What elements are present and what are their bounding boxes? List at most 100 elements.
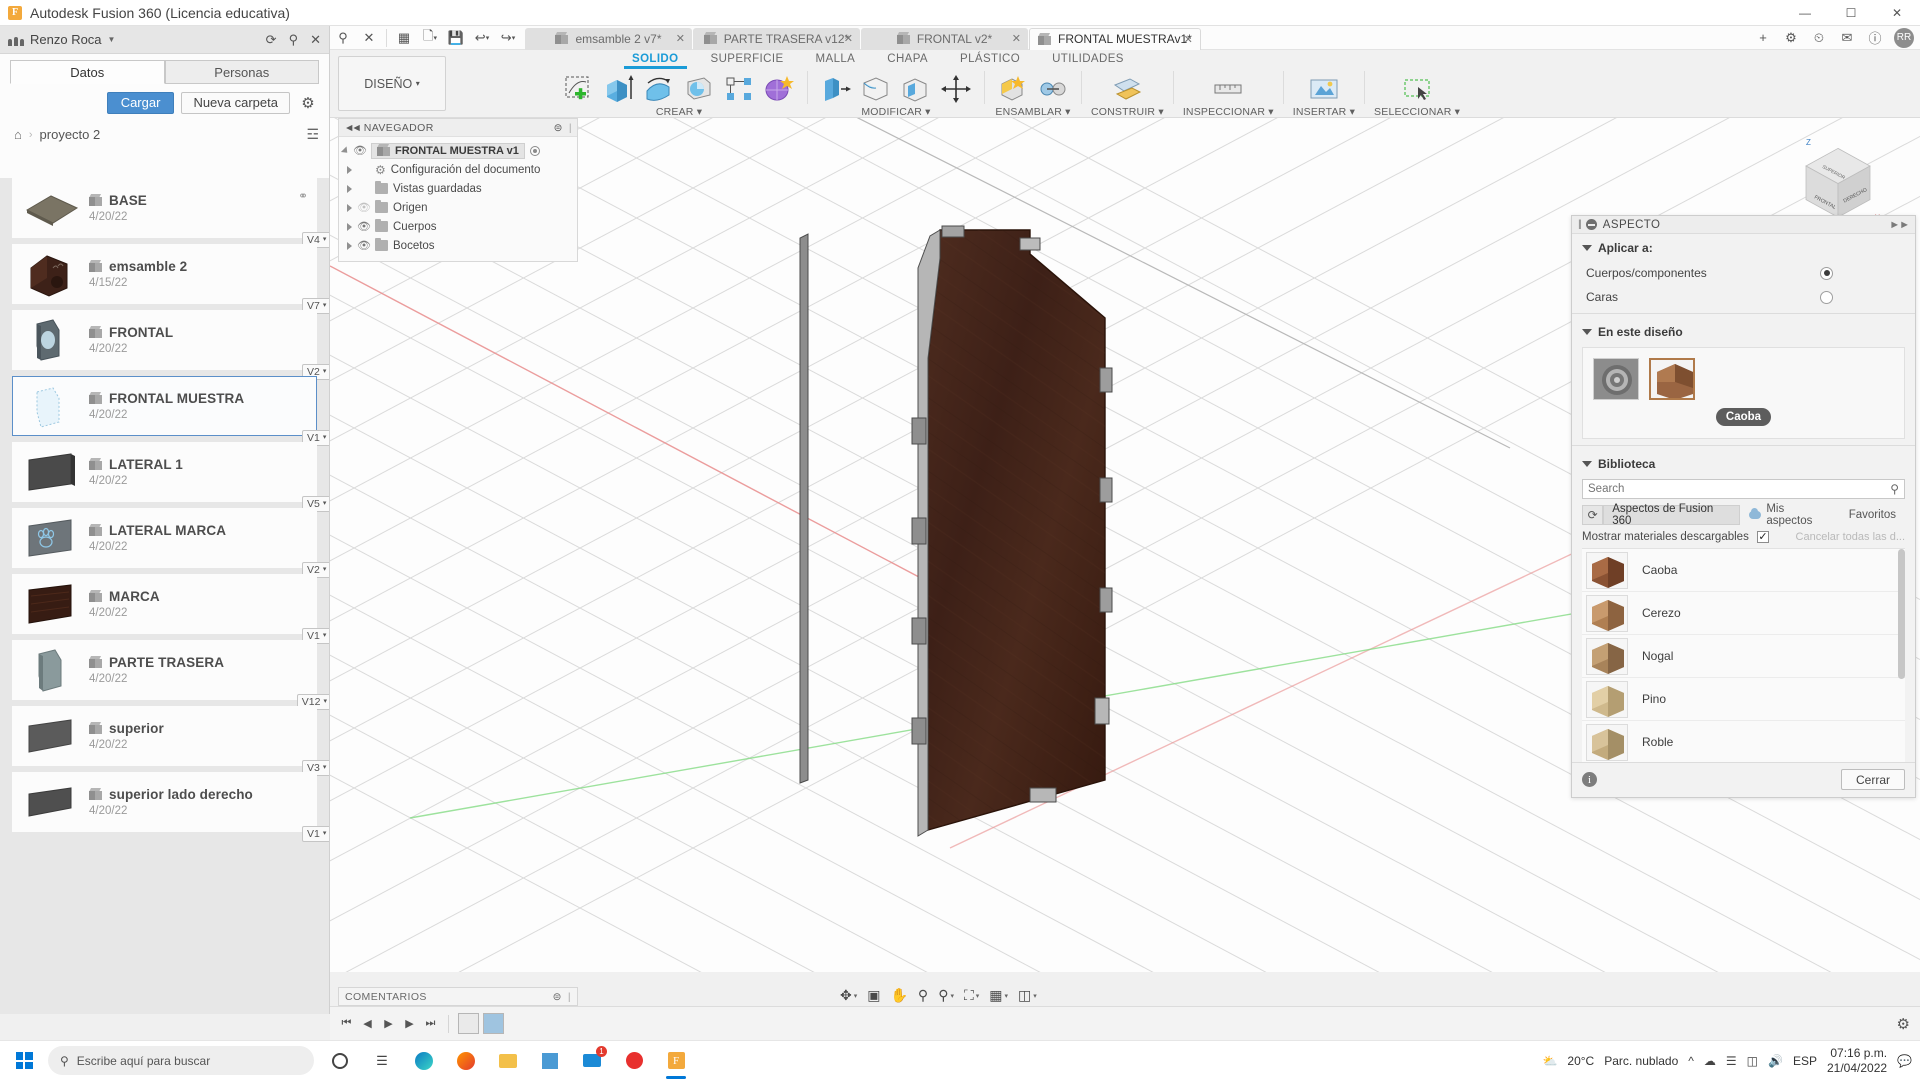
upload-button[interactable]: Cargar <box>107 92 175 114</box>
create-sketch-icon[interactable] <box>560 71 598 105</box>
material-list-item[interactable]: Caoba <box>1582 549 1905 592</box>
navigator-row[interactable]: 👁 Origen <box>339 198 577 217</box>
ribbon-tab-superficie[interactable]: SUPERFICIE <box>695 51 800 69</box>
add-comment-icon[interactable]: ⊜ <box>553 991 562 1003</box>
list-item[interactable]: FRONTAL MUESTRA 4/20/22 V1▾ <box>12 376 317 436</box>
form-icon[interactable] <box>760 71 798 105</box>
list-item[interactable]: emsamble 2 4/15/22 V7▾ <box>12 244 317 304</box>
material-list-item[interactable]: Cerezo <box>1582 592 1905 635</box>
document-tab[interactable]: FRONTAL MUESTRAv1* ✕ <box>1029 28 1201 50</box>
material-list[interactable]: Caoba Cerezo Nogal Pino Roble <box>1582 548 1905 762</box>
taskbar-search[interactable]: ⚲ Escribe aquí para buscar <box>48 1046 314 1075</box>
eye-icon[interactable]: 👁 <box>357 220 370 233</box>
zoom-fit-icon[interactable]: ⚲▾ <box>938 987 954 1004</box>
undo-icon[interactable]: ↩▾ <box>469 26 495 50</box>
network-icon[interactable]: ☰ <box>1726 1054 1737 1068</box>
mail-icon[interactable]: 1 <box>572 1041 612 1080</box>
revolve-icon[interactable] <box>640 71 678 105</box>
show-downloadable-checkbox[interactable] <box>1757 531 1769 543</box>
sweep-icon[interactable] <box>680 71 718 105</box>
drag-grip-icon[interactable]: ||| <box>1578 219 1580 230</box>
fusion-icon[interactable]: F <box>656 1041 696 1080</box>
panel-options-icon[interactable]: ⊜ <box>554 122 563 134</box>
fillet-icon[interactable] <box>857 71 895 105</box>
ribbon-tab-chapa[interactable]: CHAPA <box>871 51 944 69</box>
swatch-caoba[interactable] <box>1649 358 1695 400</box>
close-tab-icon[interactable]: ✕ <box>844 32 853 45</box>
ribbon-tab-plástico[interactable]: PLÁSTICO <box>944 51 1036 69</box>
info-icon[interactable]: i <box>1582 772 1597 787</box>
library-section-header[interactable]: Biblioteca <box>1572 450 1915 477</box>
list-item[interactable]: superior 4/20/22 V3▾ <box>12 706 317 766</box>
measure-icon[interactable] <box>1209 71 1247 105</box>
help-icon[interactable]: ⓘ <box>1862 26 1888 50</box>
search-icon[interactable]: ⚲ <box>289 33 299 46</box>
version-badge[interactable]: V1▾ <box>302 826 329 842</box>
navigator-row[interactable]: 👁 Bocetos <box>339 236 577 255</box>
extensions-icon[interactable]: ⚙ <box>1778 26 1804 50</box>
collapse-left-icon[interactable]: ◄◄ <box>344 122 359 134</box>
save-icon[interactable]: 💾 <box>443 26 469 50</box>
eye-icon[interactable]: 👁 <box>357 239 370 252</box>
expand-triangle-icon[interactable] <box>341 146 350 155</box>
close-icon[interactable]: ✕ <box>310 33 321 46</box>
close-tab-icon[interactable]: ✕ <box>676 32 685 45</box>
close-icon[interactable]: ✕ <box>356 26 382 50</box>
file-explorer-icon[interactable] <box>488 1041 528 1080</box>
grid-icon[interactable]: ▦ <box>391 26 417 50</box>
tab-datos[interactable]: Datos <box>10 60 165 84</box>
minimize-icon[interactable] <box>1586 219 1597 230</box>
navigator-root-chip[interactable]: FRONTAL MUESTRA v1 <box>371 143 525 159</box>
ribbon-tab-malla[interactable]: MALLA <box>800 51 872 69</box>
close-tab-icon[interactable]: ✕ <box>1184 33 1193 46</box>
press-pull-icon[interactable] <box>817 71 855 105</box>
avatar[interactable]: RR <box>1894 28 1914 48</box>
sketch-feature-icon[interactable] <box>458 1013 479 1034</box>
tab-my-appearances[interactable]: Mis aspectos <box>1740 505 1840 525</box>
expand-triangle-icon[interactable] <box>347 166 352 174</box>
search-icon[interactable]: ⚲ <box>330 26 356 50</box>
comments-panel[interactable]: COMENTARIOS ⊜ | <box>338 987 578 1006</box>
redo-icon[interactable]: ↪▾ <box>495 26 521 50</box>
insert-mesh-icon[interactable] <box>1305 71 1343 105</box>
data-panel-file-list[interactable]: BASE 4/20/22 ⚭ V4▾ emsamble 2 4/15/22 V7… <box>0 178 329 1014</box>
search-icon[interactable]: ⚲ <box>1890 482 1899 496</box>
eye-icon[interactable]: 👁 <box>353 144 366 157</box>
gear-icon[interactable]: ⚙ <box>297 92 319 114</box>
cortana-icon[interactable] <box>320 1041 360 1080</box>
move-copy-icon[interactable] <box>937 71 975 105</box>
clock[interactable]: 07:16 p.m. 21/04/2022 <box>1827 1046 1887 1076</box>
refresh-icon[interactable]: ⟳ <box>266 33 277 46</box>
ribbon-group-label[interactable]: INSERTAR ▾ <box>1293 106 1355 118</box>
eye-icon[interactable]: 👁 <box>357 201 370 214</box>
workspace-selector[interactable]: DISEÑO ▾ <box>338 56 446 111</box>
navigator-row[interactable]: Vistas guardadas <box>339 179 577 198</box>
pan-icon[interactable]: ✋ <box>890 987 907 1004</box>
document-tab[interactable]: PARTE TRASERA v12* ✕ <box>693 28 860 50</box>
close-tab-icon[interactable]: ✕ <box>1012 32 1021 45</box>
material-list-item[interactable]: Nogal <box>1582 635 1905 678</box>
language-indicator[interactable]: ESP <box>1793 1054 1817 1068</box>
extrude-icon[interactable] <box>600 71 638 105</box>
tab-personas[interactable]: Personas <box>165 60 320 84</box>
windows-start-icon[interactable] <box>0 1041 48 1080</box>
search-input[interactable] <box>1588 483 1890 495</box>
list-item[interactable]: PARTE TRASERA 4/20/22 V12▾ <box>12 640 317 700</box>
timeline-settings-icon[interactable]: ⚙ <box>1897 1015 1910 1033</box>
new-file-icon[interactable]: 🗋▾ <box>417 26 443 50</box>
opera-icon[interactable] <box>614 1041 654 1080</box>
list-item[interactable]: superior lado derecho 4/20/22 V1▾ <box>12 772 317 832</box>
radio-faces[interactable] <box>1820 291 1833 304</box>
material-list-item[interactable]: Roble <box>1582 721 1905 762</box>
list-item[interactable]: LATERAL 1 4/20/22 V5▾ <box>12 442 317 502</box>
notifications-icon[interactable]: ✉ <box>1834 26 1860 50</box>
navigator-root-row[interactable]: 👁 FRONTAL MUESTRA v1 <box>339 141 577 160</box>
edge-icon[interactable] <box>404 1041 444 1080</box>
breadcrumb-project[interactable]: proyecto 2 <box>40 127 101 142</box>
ribbon-group-label[interactable]: CONSTRUIR ▾ <box>1091 106 1164 118</box>
expand-triangle-icon[interactable] <box>347 223 352 231</box>
expand-triangle-icon[interactable] <box>347 204 352 212</box>
list-item[interactable]: MARCA 4/20/22 V1▾ <box>12 574 317 634</box>
add-tab-button[interactable]: + <box>1750 26 1776 50</box>
apply-option-faces[interactable]: Caras <box>1572 285 1915 309</box>
